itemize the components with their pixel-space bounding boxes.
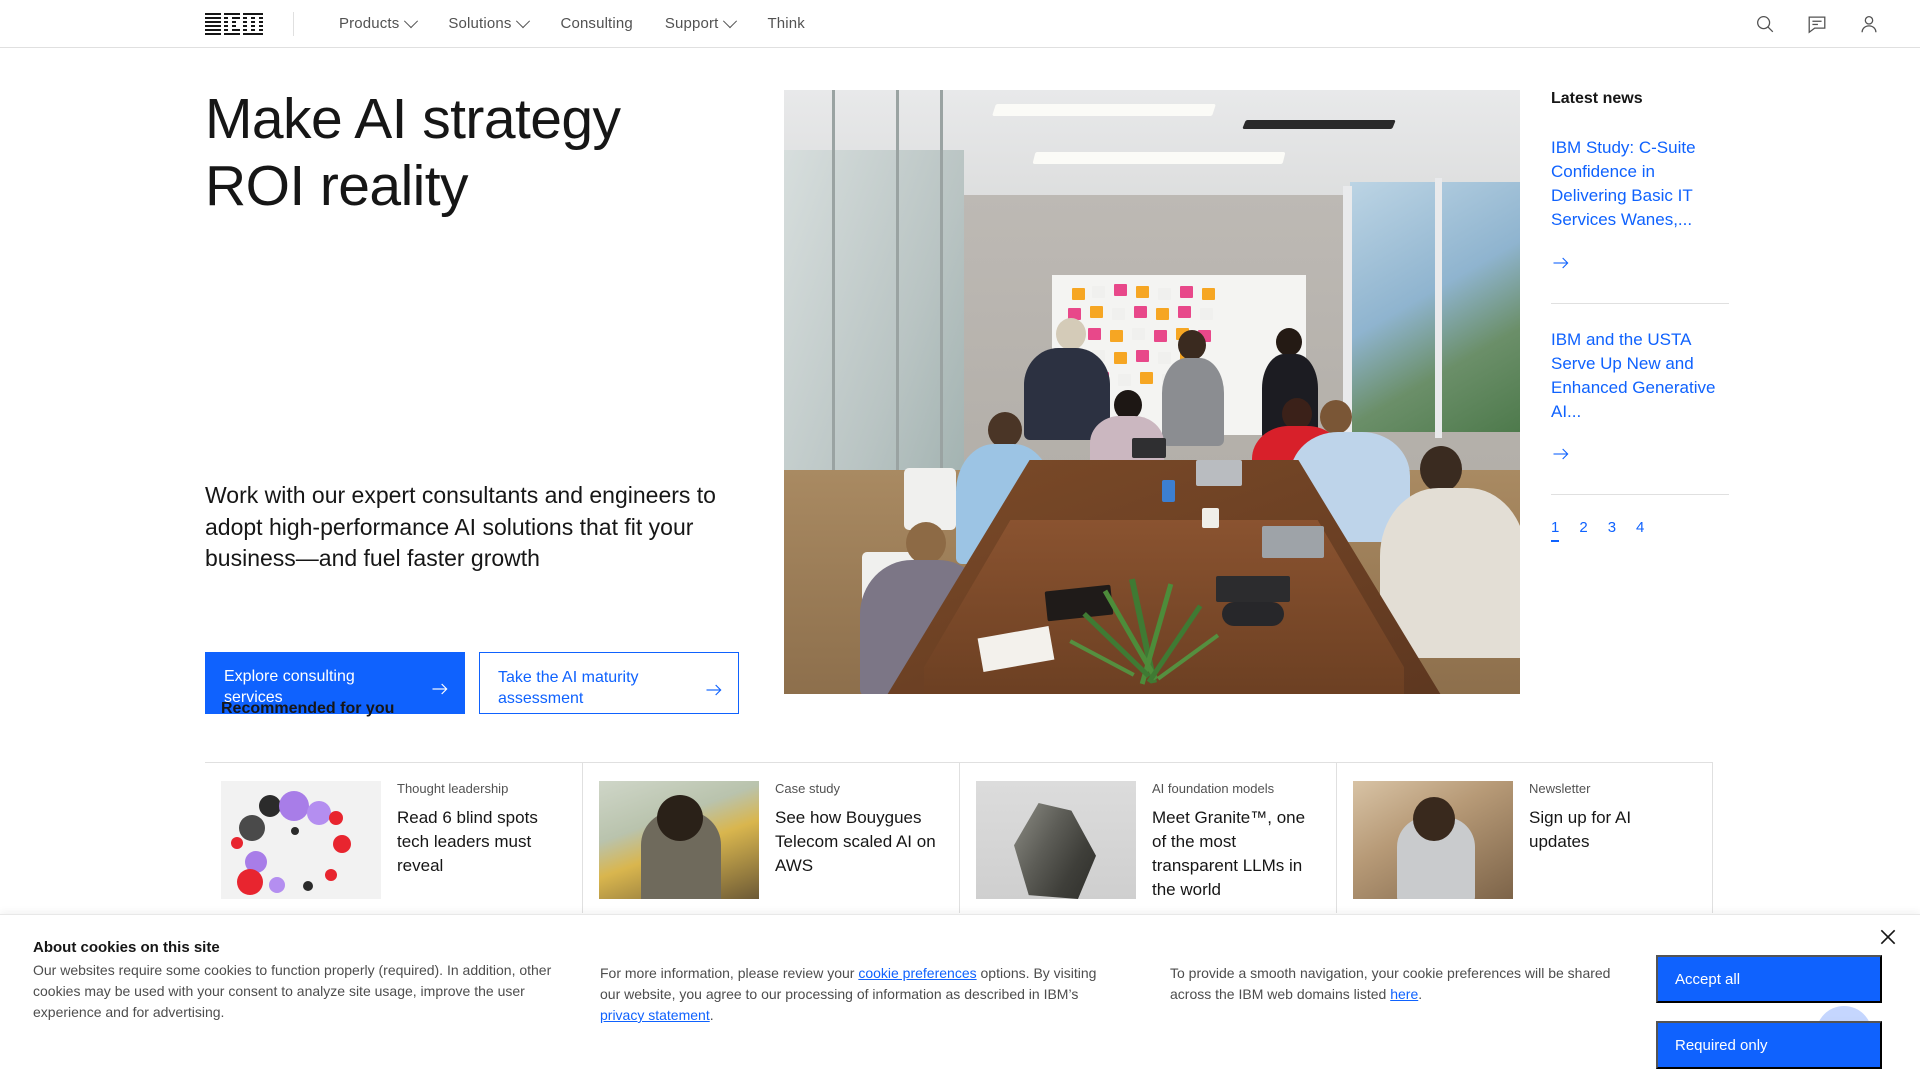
hero-title: Make AI strategy ROI reality [205,87,621,219]
arrow-right-icon [430,679,450,699]
cookie-preferences-link[interactable]: cookie preferences [858,965,976,981]
news-item: IBM and the USTA Serve Up New and Enhanc… [1551,328,1729,487]
hero-section: Make AI strategy ROI reality Work with o… [0,48,1920,714]
nav-label-products: Products [339,15,400,32]
top-navigation-bar: Products Solutions Consulting Support Th… [0,0,1920,48]
recommended-card-newsletter[interactable]: Newsletter Sign up for AI updates [1336,763,1713,913]
nav-item-consulting[interactable]: Consulting [544,0,648,48]
nav-label-support: Support [664,15,719,32]
ibm-logo[interactable] [205,12,263,36]
nav-item-support[interactable]: Support [649,0,752,48]
cookie-body-text: Our websites require some cookies to fun… [33,962,552,1020]
news-page-4[interactable]: 4 [1636,519,1644,542]
person-at-desk-thumb [1353,781,1513,899]
nav-right-icons [1754,13,1880,35]
latest-news-panel: Latest news IBM Study: C-Suite Confidenc… [1551,90,1729,542]
nav-item-think[interactable]: Think [751,0,820,48]
abstract-particles-thumb [221,781,381,899]
news-page-3[interactable]: 3 [1608,519,1616,542]
arrow-right-icon [704,680,724,700]
card-kicker: Newsletter [1529,781,1591,796]
news-page-1[interactable]: 1 [1551,519,1560,542]
cookie-col2-post: . [709,1007,714,1023]
recommended-card-ai-foundation-models[interactable]: AI foundation models Meet Granite™, one … [959,763,1336,913]
news-pagination: 1 2 3 4 [1551,519,1729,542]
card-kicker: AI foundation models [1152,781,1275,796]
user-profile-icon[interactable] [1858,13,1880,35]
card-kicker: Thought leadership [397,781,509,796]
nav-item-solutions[interactable]: Solutions [432,0,544,48]
cookie-col3-post: . [1418,986,1423,1002]
search-icon[interactable] [1754,13,1776,35]
recommended-card-grid: Thought leadership Read 6 blind spots te… [205,762,1713,913]
latest-news-title: Latest news [1551,90,1643,107]
news-page-2[interactable]: 2 [1579,519,1587,542]
news-divider [1551,494,1729,495]
card-kicker: Case study [775,781,841,796]
recommended-card-case-study[interactable]: Case study See how Bouygues Telecom scal… [582,763,959,913]
arrow-right-icon[interactable] [1551,444,1571,464]
hero-image [784,90,1520,694]
primary-nav-items: Products Solutions Consulting Support Th… [323,0,821,48]
chevron-down-icon [723,13,738,28]
cookie-intro-column: About cookies on this site Our websites … [33,939,553,1023]
news-divider [1551,302,1729,304]
nav-label-consulting: Consulting [560,15,633,32]
cookie-consent-banner: About cookies on this site Our websites … [0,914,1920,1080]
nav-label-solutions: Solutions [448,15,512,32]
news-headline-link[interactable]: IBM Study: C-Suite Confidence in Deliver… [1551,136,1729,233]
news-item: IBM Study: C-Suite Confidence in Deliver… [1551,136,1729,295]
cookie-preferences-column: For more information, please review your… [600,963,1100,1026]
nav-label-think: Think [767,15,805,32]
close-icon[interactable] [1878,927,1898,947]
card-title: Meet Granite™, one of the most transpare… [1152,808,1306,900]
required-only-button[interactable]: Required only [1656,1021,1882,1069]
privacy-statement-link[interactable]: privacy statement [600,1007,710,1023]
nav-item-products[interactable]: Products [323,0,432,48]
hero-subtitle: Work with our expert consultants and eng… [205,482,716,571]
chevron-down-icon [404,13,419,28]
cookie-domains-column: To provide a smooth navigation, your coo… [1170,963,1640,1005]
card-title: Sign up for AI updates [1529,808,1632,852]
recommended-card-thought-leadership[interactable]: Thought leadership Read 6 blind spots te… [205,763,582,913]
chevron-down-icon [516,13,531,28]
recommended-heading: Recommended for you [221,700,395,717]
granite-rock-thumb [976,781,1136,899]
card-title: Read 6 blind spots tech leaders must rev… [397,808,538,876]
arrow-right-icon[interactable] [1551,253,1571,273]
person-outdoors-thumb [599,781,759,899]
cookie-domains-here-link[interactable]: here [1390,986,1418,1002]
nav-divider [293,11,294,36]
news-headline-link[interactable]: IBM and the USTA Serve Up New and Enhanc… [1551,328,1729,425]
card-title: See how Bouygues Telecom scaled AI on AW… [775,808,936,876]
accept-all-button[interactable]: Accept all [1656,955,1882,1003]
cookie-col2-pre: For more information, please review your [600,965,859,981]
chat-icon[interactable] [1806,13,1828,35]
recommended-section: Recommended for you Thought leadership R… [0,700,1920,913]
cookie-heading: About cookies on this site [33,939,220,956]
